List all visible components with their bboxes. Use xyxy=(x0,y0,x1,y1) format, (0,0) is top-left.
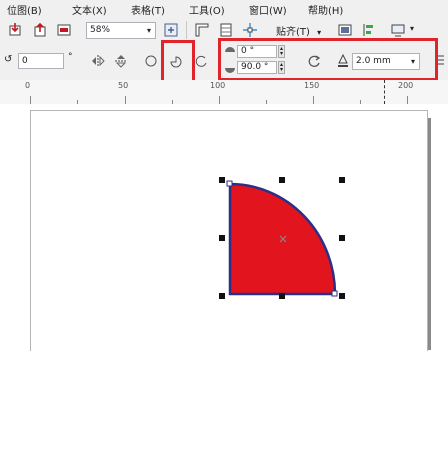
angle-and-outline-highlight xyxy=(218,38,438,81)
show-guidelines-icon[interactable] xyxy=(242,22,258,38)
ruler-position-marker xyxy=(384,80,385,104)
ruler-label: 0 xyxy=(25,81,31,90)
selection-handle xyxy=(279,177,285,183)
selection-handle xyxy=(279,293,285,299)
arc-icon[interactable] xyxy=(194,54,208,68)
node-handle xyxy=(226,180,233,187)
launcher-icon[interactable] xyxy=(390,22,406,38)
chevron-down-icon[interactable]: ▾ xyxy=(410,24,414,33)
menu-bar: 位图(B) 文本(X) 表格(T) 工具(O) 窗口(W) 帮助(H) xyxy=(0,0,448,18)
ellipse-icon[interactable] xyxy=(144,54,158,68)
mirror-vertical-icon[interactable] xyxy=(113,53,129,69)
ruler-label: 150 xyxy=(304,81,320,90)
toolbar-divider xyxy=(186,21,187,39)
mirror-horizontal-icon[interactable] xyxy=(90,53,106,69)
pie-button-highlight xyxy=(161,40,195,84)
ruler-label: 200 xyxy=(398,81,414,90)
selection-handle xyxy=(219,293,225,299)
export-icon[interactable] xyxy=(32,22,48,38)
selection-handle xyxy=(339,235,345,241)
snap-to-label: 贴齐(T) xyxy=(276,27,310,38)
import-icon[interactable] xyxy=(7,22,23,38)
publish-pdf-icon[interactable] xyxy=(56,22,72,38)
chevron-down-icon: ▾ xyxy=(317,28,322,37)
selection-handle xyxy=(219,235,225,241)
degree-symbol: ° xyxy=(68,52,73,62)
show-rulers-icon[interactable] xyxy=(194,22,210,38)
menu-item-window[interactable]: 窗口(W) xyxy=(249,2,287,17)
horizontal-ruler[interactable]: 0 50 100 150 200 xyxy=(0,80,448,105)
chevron-down-icon: ▾ xyxy=(146,26,151,35)
pie-shape-layer xyxy=(219,177,345,299)
node-handle xyxy=(331,290,338,297)
align-distribute-icon[interactable] xyxy=(360,22,376,38)
full-screen-preview-icon[interactable] xyxy=(163,22,179,38)
selection-handle xyxy=(339,293,345,299)
rotate-icon: ↺ xyxy=(4,54,13,65)
snap-to-dropdown[interactable]: 贴齐(T) ▾ xyxy=(276,23,321,38)
document-page[interactable] xyxy=(30,110,428,351)
rotation-angle-input[interactable]: 0 xyxy=(18,53,64,69)
show-grid-icon[interactable] xyxy=(218,22,234,38)
menu-item-help[interactable]: 帮助(H) xyxy=(308,2,343,17)
menu-item-table[interactable]: 表格(T) xyxy=(131,2,165,17)
options-icon[interactable] xyxy=(337,22,353,38)
zoom-level-value: 58% xyxy=(90,25,111,35)
menu-item-bitmap[interactable]: 位图(B) xyxy=(7,2,42,17)
ruler-label: 100 xyxy=(210,81,226,90)
menu-item-text[interactable]: 文本(X) xyxy=(72,2,107,17)
ruler-label: 50 xyxy=(118,81,129,90)
zoom-level-select[interactable]: 58% ▾ xyxy=(86,22,156,39)
selection-handle xyxy=(219,177,225,183)
rotation-angle-value: 0 xyxy=(22,56,28,66)
menu-item-tools[interactable]: 工具(O) xyxy=(189,2,225,17)
selection-handle xyxy=(339,177,345,183)
